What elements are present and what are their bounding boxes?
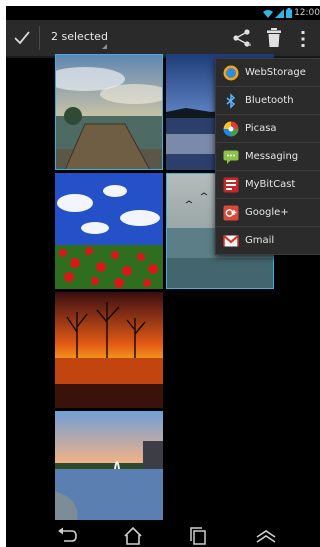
webstorage-icon — [223, 65, 239, 80]
picasa-icon — [223, 121, 239, 136]
share-menu-item-mybitcast[interactable]: MyBitCast — [216, 171, 320, 199]
share-menu-item-bluetooth[interactable]: Bluetooth — [216, 87, 320, 115]
photo-thumbnail-pier[interactable] — [55, 54, 163, 170]
share-menu-item-picasa[interactable]: Picasa — [216, 115, 320, 143]
status-time: 12:00 — [294, 8, 320, 18]
selection-dropdown-caret-icon — [102, 44, 107, 49]
gmail-icon — [223, 234, 239, 246]
back-icon[interactable] — [56, 527, 78, 545]
navigation-bar — [6, 520, 320, 547]
google-plus-icon — [223, 205, 239, 220]
trash-icon[interactable] — [266, 28, 282, 48]
mybitcast-icon — [223, 177, 239, 192]
recent-apps-icon[interactable] — [188, 527, 210, 545]
battery-icon — [286, 8, 293, 18]
photo-thumbnail-poppy-field[interactable] — [55, 173, 163, 289]
share-menu-item-google-plus[interactable]: Google+ — [216, 199, 320, 227]
action-bar-divider — [39, 26, 40, 50]
menu-item-label: Bluetooth — [245, 95, 294, 106]
menu-item-label: Google+ — [245, 207, 289, 218]
photo-thumbnail-fountain-lake[interactable] — [55, 411, 163, 527]
share-menu-item-gmail[interactable]: Gmail — [216, 227, 320, 254]
status-icons: 12:00 — [263, 7, 320, 19]
menu-item-label: Picasa — [245, 123, 277, 134]
wifi-icon — [263, 9, 274, 18]
status-bar: 12:00 — [6, 6, 320, 20]
home-icon[interactable] — [122, 527, 144, 545]
share-icon[interactable] — [232, 28, 252, 48]
signal-icon — [275, 8, 285, 18]
photo-thumbnail-sunset-trees[interactable] — [55, 292, 163, 408]
selection-count[interactable]: 2 selected — [51, 30, 108, 43]
device-screen: 12:00 2 selected WebStorage Bluetooth Pi… — [6, 6, 320, 547]
overflow-menu-icon[interactable] — [300, 30, 306, 48]
menu-icon[interactable] — [255, 527, 277, 545]
menu-item-label: MyBitCast — [245, 179, 296, 190]
menu-item-label: WebStorage — [245, 67, 306, 78]
share-menu-item-messaging[interactable]: Messaging — [216, 143, 320, 171]
menu-item-label: Messaging — [245, 151, 299, 162]
share-menu: WebStorage Bluetooth Picasa Messaging My… — [215, 58, 320, 255]
checkmark-icon[interactable] — [13, 28, 31, 46]
bluetooth-icon — [226, 92, 236, 109]
menu-item-label: Gmail — [245, 235, 275, 246]
share-menu-item-webstorage[interactable]: WebStorage — [216, 59, 320, 87]
messaging-icon — [223, 150, 239, 164]
selection-action-bar: 2 selected — [6, 20, 320, 58]
